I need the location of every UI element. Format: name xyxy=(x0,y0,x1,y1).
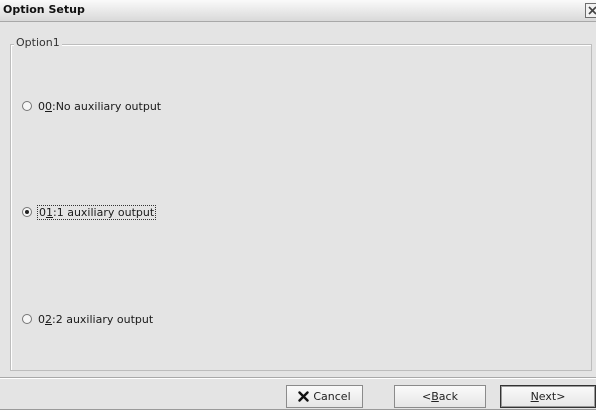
close-icon xyxy=(586,4,596,17)
radio-button[interactable] xyxy=(22,314,32,324)
back-button[interactable]: <Back xyxy=(394,385,486,408)
option-setup-dialog: Option Setup Option1 0 0:No auxiliary out… xyxy=(0,0,596,410)
x-icon xyxy=(298,391,310,402)
window-title: Option Setup xyxy=(3,3,85,16)
back-label: <Back xyxy=(422,390,458,403)
option-01-radio-row[interactable]: 0 1:1 auxiliary output xyxy=(22,204,157,220)
option-02-radio-row[interactable]: 0 2:2 auxiliary output xyxy=(22,311,154,327)
option-label: 0 2:2 auxiliary output xyxy=(38,312,154,326)
next-label: Next> xyxy=(530,390,566,403)
option-label: 0 0:No auxiliary output xyxy=(38,99,162,113)
cancel-button[interactable]: Cancel xyxy=(286,385,363,408)
title-bar[interactable]: Option Setup xyxy=(0,0,596,22)
option-label: 0 1:1 auxiliary output xyxy=(37,204,157,220)
close-button[interactable] xyxy=(585,3,596,18)
radio-button-selected[interactable] xyxy=(22,207,32,217)
radio-button[interactable] xyxy=(22,101,32,111)
group-legend: Option1 xyxy=(14,36,62,49)
footer-separator xyxy=(0,377,596,379)
next-button[interactable]: Next> xyxy=(500,385,596,408)
option-00-radio-row[interactable]: 0 0:No auxiliary output xyxy=(22,98,162,114)
cancel-label: Cancel xyxy=(313,390,351,403)
